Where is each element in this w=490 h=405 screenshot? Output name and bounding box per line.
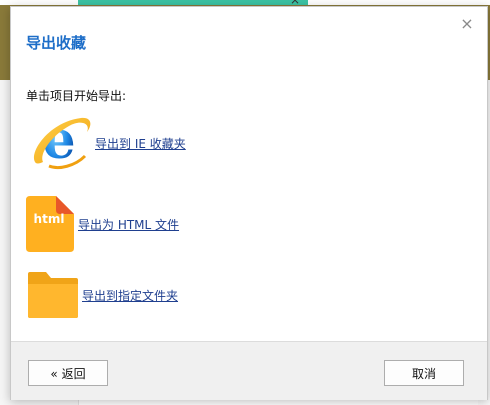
html-file-icon: html: [26, 196, 76, 252]
internet-explorer-icon: e: [33, 112, 91, 171]
dialog-title: 导出收藏: [26, 34, 87, 52]
export-favorites-dialog: 导出收藏 × 单击项目开始导出: e 导出到 IE 收藏夹 html 导出为 H…: [10, 6, 488, 400]
export-to-ie-option[interactable]: e 导出到 IE 收藏夹: [29, 112, 186, 174]
back-button[interactable]: « 返回: [28, 360, 108, 386]
html-file-icon-text: html: [33, 212, 65, 226]
export-to-folder-label[interactable]: 导出到指定文件夹: [82, 287, 178, 304]
close-icon[interactable]: ×: [457, 14, 477, 34]
export-to-ie-label[interactable]: 导出到 IE 收藏夹: [95, 135, 186, 152]
export-as-html-label[interactable]: 导出为 HTML 文件: [78, 216, 179, 233]
export-to-folder-option[interactable]: 导出到指定文件夹: [26, 269, 178, 321]
cancel-button[interactable]: 取消: [384, 360, 464, 386]
export-as-html-option[interactable]: html 导出为 HTML 文件: [26, 195, 179, 253]
dialog-footer: « 返回 取消: [11, 341, 487, 400]
folder-icon: [28, 272, 78, 318]
instruction-text: 单击项目开始导出:: [26, 89, 127, 103]
